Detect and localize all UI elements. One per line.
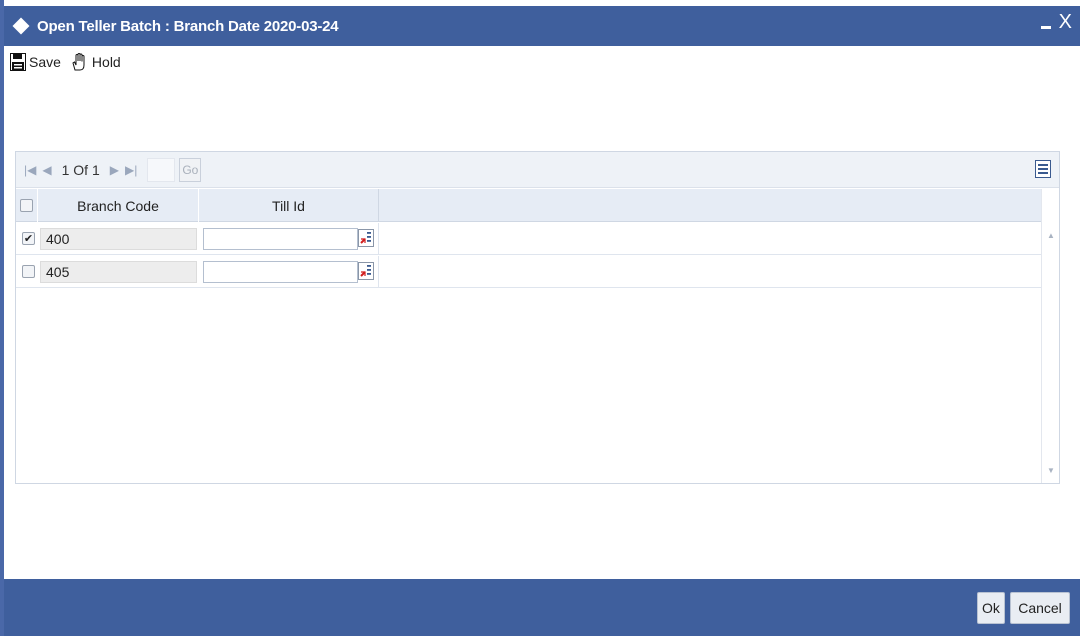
diamond-icon xyxy=(12,17,30,35)
page-indicator: 1 Of 1 xyxy=(61,161,100,178)
row-checkbox[interactable] xyxy=(22,265,35,278)
till-id-input[interactable] xyxy=(203,228,358,250)
title-bar: Open Teller Batch : Branch Date 2020-03-… xyxy=(4,6,1080,46)
till-id-input[interactable] xyxy=(203,261,358,283)
first-page-icon[interactable]: |◀ xyxy=(24,163,36,177)
previous-page-icon[interactable]: ◀ xyxy=(42,163,51,177)
select-all-checkbox[interactable] xyxy=(20,199,33,212)
hold-button[interactable]: Hold xyxy=(69,52,121,72)
branch-code-field: 400 xyxy=(40,228,197,250)
column-divider xyxy=(378,256,379,288)
header-till-id[interactable]: Till Id xyxy=(199,189,379,222)
grid-options-icon[interactable] xyxy=(1035,160,1051,178)
toolbar: Save Hold xyxy=(10,50,127,74)
ok-button[interactable]: Ok xyxy=(977,592,1005,624)
minimize-icon[interactable] xyxy=(1040,25,1051,29)
hand-icon xyxy=(72,52,85,71)
next-page-icon[interactable]: ▶ xyxy=(110,163,119,177)
scroll-down-icon[interactable]: ▼ xyxy=(1047,466,1055,475)
scroll-up-icon[interactable]: ▲ xyxy=(1047,231,1055,240)
window-controls: X xyxy=(1040,12,1072,32)
teller-batch-grid: |◀ ◀ 1 Of 1 ▶ ▶| Go Branch Code Till Id … xyxy=(15,151,1060,484)
table-row: ✔ 400 xyxy=(16,223,1041,255)
row-checkbox[interactable]: ✔ xyxy=(22,232,35,245)
hold-label: Hold xyxy=(91,54,121,70)
save-label: Save xyxy=(29,54,61,70)
list-of-values-icon[interactable] xyxy=(358,229,374,247)
save-icon xyxy=(10,53,26,71)
pagination-bar: |◀ ◀ 1 Of 1 ▶ ▶| Go xyxy=(16,152,1059,188)
page-number-input[interactable] xyxy=(147,157,176,182)
header-branch-code[interactable]: Branch Code xyxy=(38,189,199,222)
branch-code-field: 405 xyxy=(40,261,197,283)
cancel-button[interactable]: Cancel xyxy=(1010,592,1070,624)
footer-bar: Ok Cancel xyxy=(4,579,1080,636)
close-icon[interactable]: X xyxy=(1059,12,1072,32)
window-title: Open Teller Batch : Branch Date 2020-03-… xyxy=(37,17,339,35)
header-select-cell xyxy=(16,189,38,222)
save-button[interactable]: Save xyxy=(10,53,61,71)
table-row: 405 xyxy=(16,256,1041,288)
list-of-values-icon[interactable] xyxy=(358,262,374,280)
window-left-border xyxy=(0,0,4,636)
vertical-scrollbar[interactable]: ▲ ▼ xyxy=(1041,189,1059,483)
last-page-icon[interactable]: ▶| xyxy=(125,163,137,177)
go-button[interactable]: Go xyxy=(179,157,202,182)
column-divider xyxy=(378,223,379,255)
grid-header-row: Branch Code Till Id xyxy=(16,189,1041,222)
open-teller-batch-window: Open Teller Batch : Branch Date 2020-03-… xyxy=(0,0,1080,636)
